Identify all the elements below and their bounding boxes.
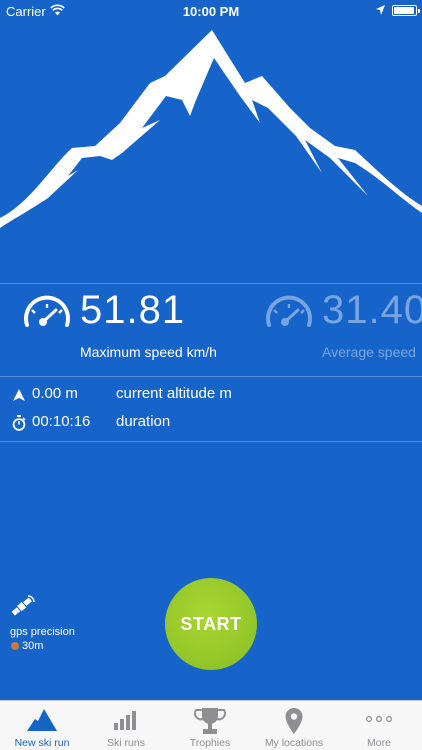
map-pin-icon bbox=[285, 708, 303, 734]
satellite-icon bbox=[11, 595, 35, 616]
gps-precision-value: 30m bbox=[22, 640, 44, 652]
gps-status-indicator bbox=[11, 642, 19, 650]
avg-speed-value: 31.40 bbox=[322, 288, 422, 332]
tab-label: Trophies bbox=[189, 737, 231, 749]
ski-run-screen: Carrier 10:00 PM 51.81 Maximum speed km/… bbox=[0, 0, 422, 750]
gps-precision-label: gps precision bbox=[10, 626, 75, 638]
duration-label: duration bbox=[116, 413, 171, 430]
duration-row: 00:10:16 duration bbox=[12, 413, 412, 437]
speedometer-icon bbox=[24, 295, 70, 327]
speedometer-icon bbox=[266, 295, 312, 327]
divider bbox=[0, 283, 422, 284]
divider bbox=[0, 441, 422, 442]
max-speed-value: 51.81 bbox=[80, 288, 186, 332]
altitude-icon bbox=[13, 389, 25, 401]
tab-bar: New ski run Ski runs Trophies My locatio… bbox=[0, 700, 422, 750]
status-bar: Carrier 10:00 PM bbox=[0, 0, 422, 22]
stopwatch-icon bbox=[12, 415, 26, 431]
status-time: 10:00 PM bbox=[182, 4, 240, 19]
altitude-row: 0.00 m current altitude m bbox=[12, 385, 412, 409]
altitude-label: current altitude m bbox=[116, 385, 232, 402]
altitude-value: 0.00 m bbox=[32, 385, 78, 402]
tab-label: New ski run bbox=[14, 737, 70, 749]
divider bbox=[0, 376, 422, 377]
max-speed-label: Maximum speed km/h bbox=[80, 344, 217, 360]
tab-new-ski-run[interactable]: New ski run bbox=[0, 701, 84, 750]
tab-label: Ski runs bbox=[107, 737, 145, 749]
mountain-logo bbox=[0, 30, 422, 228]
tab-label: More bbox=[367, 737, 391, 749]
bar-chart-icon bbox=[114, 711, 136, 730]
tab-more[interactable]: More bbox=[336, 701, 422, 750]
mountain-icon bbox=[27, 709, 57, 731]
trophy-icon bbox=[194, 708, 226, 734]
tab-label: My locations bbox=[264, 737, 324, 749]
duration-value: 00:10:16 bbox=[32, 413, 91, 430]
location-arrow-icon bbox=[376, 5, 385, 15]
avg-speed-label: Average speed bbox=[322, 344, 416, 360]
tab-ski-runs[interactable]: Ski runs bbox=[84, 701, 168, 750]
more-dots-icon bbox=[365, 716, 393, 723]
tab-trophies[interactable]: Trophies bbox=[168, 701, 252, 750]
battery-icon bbox=[392, 5, 420, 16]
tab-my-locations[interactable]: My locations bbox=[252, 701, 336, 750]
start-button[interactable]: START bbox=[165, 578, 257, 670]
